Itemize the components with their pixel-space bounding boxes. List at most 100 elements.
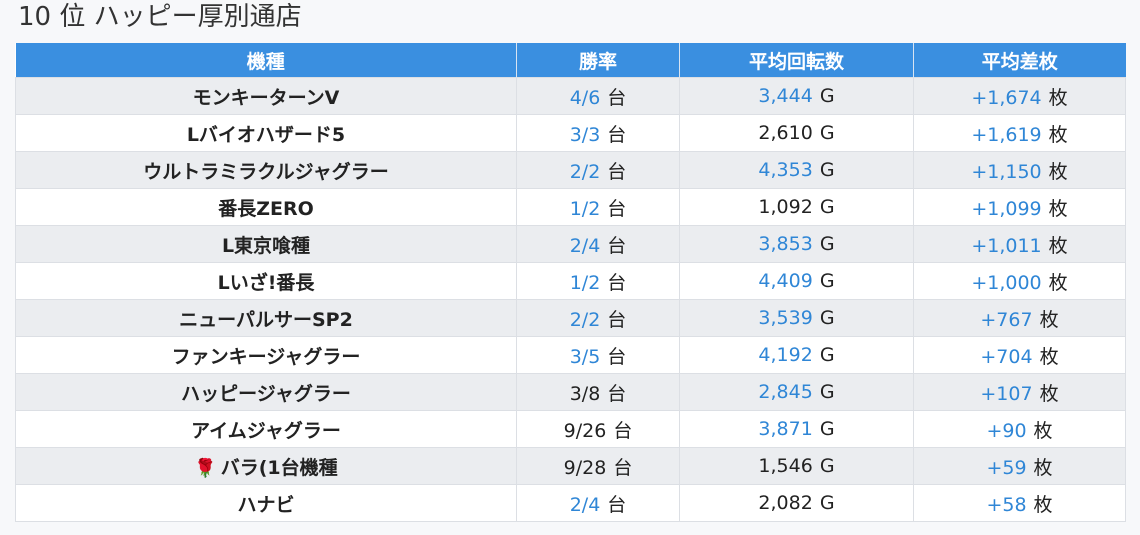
avg-diff-value: +1,674 <box>971 86 1042 109</box>
avg-spins-unit: G <box>819 344 835 366</box>
machine-name: Lバイオハザード5 <box>186 123 346 146</box>
avg-spins-value: 1,092 <box>758 196 813 218</box>
avg-spins-value: 4,353 <box>758 159 813 181</box>
machine-name: ニューパルサーSP2 <box>179 308 353 331</box>
avg-spins-unit: G <box>819 381 835 403</box>
win-rate-cell: 1/2 台 <box>516 262 680 300</box>
avg-diff-value: +90 <box>986 419 1027 442</box>
machine-name-cell: Lいざ!番長 <box>15 262 517 300</box>
avg-spins-cell: 3,539 G <box>679 299 914 337</box>
table-row: ハッピージャグラー 3/8 台 2,845 G +107 枚 <box>15 373 1126 411</box>
win-rate-value: 3/8 <box>569 382 601 405</box>
avg-diff-cell: +1,000 枚 <box>913 262 1126 300</box>
table-header-row: 機種 勝率 平均回転数 平均差枚 <box>15 43 1126 78</box>
win-rate-cell: 2/4 台 <box>516 484 680 522</box>
avg-diff-cell: +1,011 枚 <box>913 225 1126 263</box>
machine-name-cell: ファンキージャグラー <box>15 336 517 374</box>
rose-icon: 🌹 <box>194 457 217 479</box>
avg-diff-unit: 枚 <box>1048 160 1068 183</box>
win-rate-unit: 台 <box>607 493 627 516</box>
machine-name-cell: ハナビ <box>15 484 517 522</box>
avg-diff-unit: 枚 <box>1048 197 1068 220</box>
machine-name: ハナビ <box>237 493 295 516</box>
machine-name: アイムジャグラー <box>191 419 341 442</box>
avg-diff-value: +704 <box>980 345 1033 368</box>
avg-diff-value: +767 <box>980 308 1033 331</box>
avg-spins-value: 2,610 <box>758 122 813 144</box>
win-rate-unit: 台 <box>607 86 627 109</box>
avg-diff-cell: +107 枚 <box>913 373 1126 411</box>
win-rate-unit: 台 <box>607 160 627 183</box>
avg-spins-unit: G <box>819 492 835 514</box>
avg-diff-cell: +1,674 枚 <box>913 77 1126 115</box>
win-rate-unit: 台 <box>613 456 633 479</box>
avg-diff-unit: 枚 <box>1039 382 1059 405</box>
win-rate-cell: 3/8 台 <box>516 373 680 411</box>
avg-diff-unit: 枚 <box>1048 271 1068 294</box>
win-rate-value: 4/6 <box>569 86 601 109</box>
avg-spins-value: 3,853 <box>758 233 813 255</box>
avg-spins-cell: 1,546 G <box>679 447 914 485</box>
win-rate-unit: 台 <box>607 382 627 405</box>
table-row: アイムジャグラー 9/26 台 3,871 G +90 枚 <box>15 410 1126 448</box>
avg-diff-cell: +58 枚 <box>913 484 1126 522</box>
table-row: L東京喰種 2/4 台 3,853 G +1,011 枚 <box>15 225 1126 263</box>
avg-spins-value: 1,546 <box>758 455 813 477</box>
avg-spins-unit: G <box>819 270 835 292</box>
header-avg-diff: 平均差枚 <box>913 43 1126 78</box>
avg-spins-unit: G <box>819 122 835 144</box>
avg-spins-cell: 4,353 G <box>679 151 914 189</box>
machine-name: モンキーターンV <box>192 86 340 109</box>
avg-diff-cell: +1,619 枚 <box>913 114 1126 152</box>
avg-diff-value: +1,000 <box>971 271 1042 294</box>
win-rate-value: 9/26 <box>563 419 607 442</box>
page-title: 10 位 ハッピー厚別通店 <box>18 2 302 32</box>
machine-name: Lいざ!番長 <box>217 271 315 294</box>
win-rate-unit: 台 <box>607 123 627 146</box>
avg-diff-cell: +1,099 枚 <box>913 188 1126 226</box>
avg-diff-value: +1,619 <box>971 123 1042 146</box>
machine-name: 番長ZERO <box>218 197 314 220</box>
avg-spins-cell: 2,845 G <box>679 373 914 411</box>
avg-diff-unit: 枚 <box>1039 308 1059 331</box>
win-rate-cell: 2/2 台 <box>516 151 680 189</box>
avg-spins-unit: G <box>819 307 835 329</box>
avg-diff-cell: +1,150 枚 <box>913 151 1126 189</box>
machine-name-cell: ウルトラミラクルジャグラー <box>15 151 517 189</box>
win-rate-cell: 2/4 台 <box>516 225 680 263</box>
avg-diff-unit: 枚 <box>1033 456 1053 479</box>
machine-name: ハッピージャグラー <box>181 382 351 405</box>
table-row: 🌹 バラ(1台機種 9/28 台 1,546 G +59 枚 <box>15 447 1126 485</box>
win-rate-cell: 3/3 台 <box>516 114 680 152</box>
avg-spins-cell: 3,853 G <box>679 225 914 263</box>
avg-spins-unit: G <box>819 455 835 477</box>
avg-spins-unit: G <box>819 159 835 181</box>
win-rate-value: 2/2 <box>569 308 601 331</box>
avg-diff-cell: +767 枚 <box>913 299 1126 337</box>
table-row: 番長ZERO 1/2 台 1,092 G +1,099 枚 <box>15 188 1126 226</box>
avg-spins-cell: 3,444 G <box>679 77 914 115</box>
avg-spins-cell: 4,192 G <box>679 336 914 374</box>
avg-diff-value: +1,099 <box>971 197 1042 220</box>
table-row: モンキーターンV 4/6 台 3,444 G +1,674 枚 <box>15 77 1126 115</box>
win-rate-cell: 9/26 台 <box>516 410 680 448</box>
win-rate-cell: 4/6 台 <box>516 77 680 115</box>
avg-diff-value: +1,011 <box>971 234 1042 257</box>
avg-spins-unit: G <box>819 233 835 255</box>
avg-diff-unit: 枚 <box>1033 493 1053 516</box>
avg-diff-value: +59 <box>986 456 1027 479</box>
win-rate-value: 3/5 <box>569 345 601 368</box>
machine-name: L東京喰種 <box>221 234 311 257</box>
win-rate-unit: 台 <box>613 419 633 442</box>
header-avg-spins: 平均回転数 <box>679 43 914 78</box>
table-row: Lバイオハザード5 3/3 台 2,610 G +1,619 枚 <box>15 114 1126 152</box>
win-rate-value: 1/2 <box>569 271 601 294</box>
avg-spins-value: 3,871 <box>758 418 813 440</box>
win-rate-value: 9/28 <box>563 456 607 479</box>
machine-name-cell: アイムジャグラー <box>15 410 517 448</box>
avg-spins-cell: 3,871 G <box>679 410 914 448</box>
avg-spins-value: 3,539 <box>758 307 813 329</box>
machine-name: ウルトラミラクルジャグラー <box>143 160 389 183</box>
avg-spins-cell: 1,092 G <box>679 188 914 226</box>
machine-name-cell: モンキーターンV <box>15 77 517 115</box>
